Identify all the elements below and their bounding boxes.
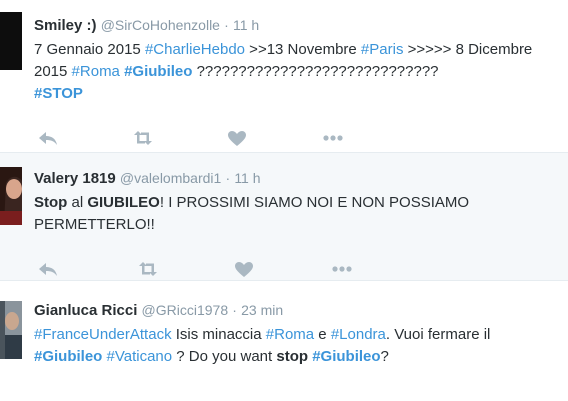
tweet-text-line: Stop al GIUBILEO! I PROSSIMI SIAMO NOI E… [34, 192, 568, 214]
like-icon [235, 262, 253, 277]
text-segment: al [67, 194, 88, 211]
text-segment: 2015 [34, 63, 72, 80]
tweet-text-line: #Giubileo #Vaticano ? Do you want stop #… [34, 346, 568, 368]
reply-button[interactable] [36, 259, 60, 279]
hashtag-link[interactable]: #Giubileo [312, 348, 380, 365]
tweet-text: #FranceUnderAttack Isis minaccia #Roma e… [34, 324, 568, 368]
reply-icon [39, 263, 57, 276]
tweet-header: Smiley :) @SirCoHohenzolle · 11 h [34, 16, 568, 35]
text-segment: . Vuoi fermare il [385, 326, 491, 343]
avatar[interactable] [0, 167, 22, 225]
more-button[interactable] [321, 128, 345, 148]
tweet-actions [34, 259, 374, 279]
retweet-button[interactable] [136, 259, 160, 279]
user-handle[interactable]: @SirCoHohenzolle [101, 17, 220, 33]
tweet-text-line: 2015 #Roma #Giubileo ???????????????????… [34, 61, 568, 83]
tweet-text-line: #FranceUnderAttack Isis minaccia #Roma e… [34, 324, 568, 346]
tweet-header: Gianluca Ricci @GRicci1978 · 23 min [34, 301, 568, 320]
text-segment: ! I PROSSIMI SIAMO NOI E NON POSSIAMO [159, 194, 470, 211]
user-fullname[interactable]: Smiley :) [34, 17, 97, 34]
like-icon [228, 131, 246, 146]
avatar[interactable] [0, 12, 22, 70]
tweet-timestamp[interactable]: 11 h [233, 17, 259, 33]
hashtag-link[interactable]: #Londra [331, 326, 386, 343]
hashtag-link[interactable]: #CharlieHebdo [145, 41, 245, 58]
text-segment: PERMETTERLO!! [34, 216, 155, 233]
hashtag-link[interactable]: #Paris [361, 41, 404, 58]
text-segment: 7 Gennaio 2015 [34, 41, 145, 58]
hashtag-link[interactable]: #Giubileo [34, 348, 102, 365]
separator-dot: · [232, 302, 237, 318]
hashtag-link[interactable]: #FranceUnderAttack [34, 326, 172, 343]
user-fullname[interactable]: Valery 1819 [34, 170, 116, 187]
separator-dot: · [224, 17, 229, 33]
text-segment: e [314, 326, 331, 343]
reply-button[interactable] [36, 128, 60, 148]
tweet-text-line: 7 Gennaio 2015 #CharlieHebdo >>13 Novemb… [34, 39, 568, 61]
text-segment: Stop [34, 194, 68, 211]
retweet-icon [134, 131, 152, 145]
like-button[interactable] [225, 128, 249, 148]
hashtag-link[interactable]: #Roma [72, 63, 120, 80]
separator-dot: · [225, 170, 231, 186]
text-segment: stop [276, 348, 309, 365]
tweet-timestamp[interactable]: 23 min [241, 302, 283, 318]
text-segment: ????????????????????????????? [192, 63, 439, 80]
retweet-button[interactable] [131, 128, 155, 148]
tweet-text: 7 Gennaio 2015 #CharlieHebdo >>13 Novemb… [34, 39, 568, 105]
tweet-actions [34, 128, 374, 148]
hashtag-link[interactable]: #Roma [266, 326, 314, 343]
hashtag-link[interactable]: #Giubileo [124, 63, 192, 80]
user-handle[interactable]: @GRicci1978 [142, 302, 229, 318]
text-segment: Isis minaccia [171, 326, 266, 343]
hashtag-link[interactable]: #STOP [34, 85, 83, 102]
retweet-icon [139, 262, 157, 276]
text-segment: ? [380, 348, 389, 365]
tweet-text-line: #STOP [34, 83, 568, 105]
tweet-text-line: PERMETTERLO!! [34, 214, 568, 236]
user-fullname[interactable]: Gianluca Ricci [34, 302, 137, 319]
text-segment: ? Do you want [172, 348, 277, 365]
more-icon [332, 266, 352, 272]
tweet[interactable]: Valery 1819 @valelombardi1 · 11 h Stop a… [0, 152, 568, 281]
tweet-text: Stop al GIUBILEO! I PROSSIMI SIAMO NOI E… [34, 192, 568, 236]
more-icon [323, 135, 343, 141]
reply-icon [39, 132, 57, 145]
tweet[interactable]: Gianluca Ricci @GRicci1978 · 23 min #Fra… [0, 280, 568, 401]
tweet-timestamp[interactable]: 11 h [234, 170, 260, 186]
avatar[interactable] [0, 301, 22, 359]
more-button[interactable] [330, 259, 354, 279]
text-segment: >>13 Novembre [245, 41, 361, 58]
text-segment: GIUBILEO [87, 194, 160, 211]
like-button[interactable] [232, 259, 256, 279]
text-segment: >>>>> 8 Dicembre [403, 41, 533, 58]
user-handle[interactable]: @valelombardi1 [120, 170, 221, 186]
tweet[interactable]: Smiley :) @SirCoHohenzolle · 11 h 7 Genn… [0, 0, 568, 152]
tweet-header: Valery 1819 @valelombardi1 · 11 h [34, 169, 568, 188]
hashtag-link[interactable]: #Vaticano [107, 348, 173, 365]
